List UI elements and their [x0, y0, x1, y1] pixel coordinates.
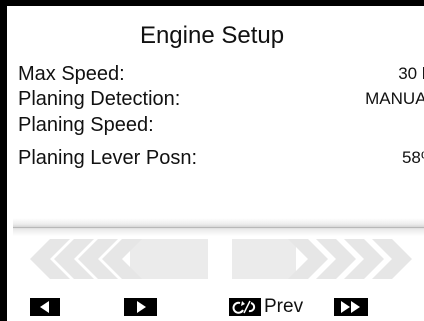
- chevrons-right-icon: [232, 239, 412, 279]
- chevrons-left-icon: [30, 239, 208, 279]
- planing-detection-value: MANUAL: [365, 89, 424, 108]
- max-speed-value: 30 kr: [398, 64, 424, 83]
- max-speed-label: Max Speed:: [18, 63, 125, 85]
- scroll-left-indicator[interactable]: [18, 237, 210, 281]
- scroll-right-indicator[interactable]: [232, 237, 424, 281]
- planing-lever-posn-label: Planing Lever Posn:: [18, 147, 198, 169]
- planing-detection-label: Planing Detection:: [18, 88, 181, 110]
- fast-forward-icon: [341, 301, 360, 313]
- planing-lever-posn-value: 58%: [401, 148, 424, 167]
- cycle-icon: [232, 300, 256, 314]
- planing-detection-row[interactable]: Planing Detection: MANUAL: [18, 86, 424, 112]
- left-arrow-button[interactable]: [30, 298, 60, 316]
- right-arrow-button[interactable]: [124, 298, 157, 316]
- planing-lever-posn-row[interactable]: Planing Lever Posn: 58%: [18, 145, 424, 171]
- planing-speed-label: Planing Speed:: [18, 114, 154, 136]
- separator-bar: [13, 218, 424, 236]
- fast-forward-button[interactable]: [334, 298, 368, 316]
- prev-button[interactable]: [229, 298, 261, 316]
- page-title: Engine Setup: [139, 22, 285, 49]
- prev-label[interactable]: Prev: [264, 296, 303, 318]
- planing-speed-row[interactable]: Planing Speed:: [18, 112, 424, 138]
- left-arrow-icon: [40, 301, 49, 313]
- max-speed-row[interactable]: Max Speed: 30 kr: [18, 61, 424, 87]
- right-arrow-icon: [137, 301, 146, 313]
